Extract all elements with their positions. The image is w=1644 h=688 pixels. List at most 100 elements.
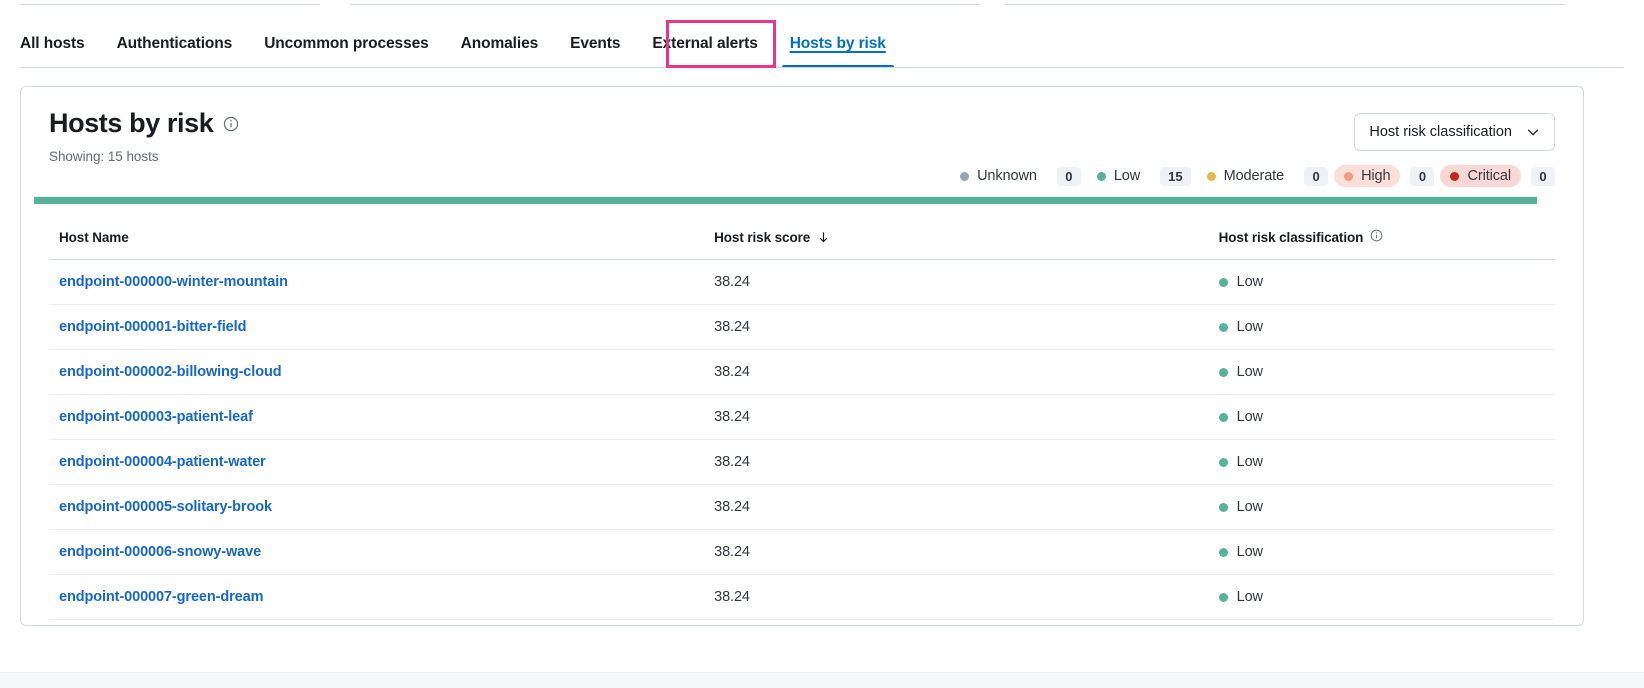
legend-label: Low	[1114, 168, 1140, 184]
cell-host-risk-classification: Low	[1209, 350, 1555, 395]
tab-external-alerts[interactable]: External alerts	[636, 20, 773, 68]
risk-level-label: Low	[1237, 544, 1263, 560]
risk-level-dot-icon	[1219, 323, 1228, 332]
cell-host-name: endpoint-000006-snowy-wave	[49, 530, 704, 575]
cell-host-name: endpoint-000004-patient-water	[49, 440, 704, 485]
cell-host-risk-classification: Low	[1209, 620, 1555, 626]
top-divider-stub-left	[20, 4, 320, 5]
cell-host-risk-classification: Low	[1209, 260, 1555, 305]
cell-host-name: endpoint-000003-patient-leaf	[49, 395, 704, 440]
cell-host-risk-score: 38.24	[704, 350, 1209, 395]
table-row: endpoint-000006-snowy-wave 38.24 Low	[49, 530, 1555, 575]
host-risk-classification-select[interactable]: Host risk classification	[1354, 113, 1555, 151]
legend-item-high[interactable]: High	[1334, 165, 1400, 187]
risk-legend: Unknown0Low15Moderate0High0Critical0	[944, 165, 1555, 187]
tab-authentications[interactable]: Authentications	[101, 20, 249, 68]
cell-host-name: endpoint-000002-billowing-cloud	[49, 350, 704, 395]
tab-hosts-by-risk[interactable]: Hosts by risk	[774, 20, 902, 68]
chevron-down-icon	[1526, 125, 1540, 139]
legend-count-high: 0	[1410, 167, 1434, 186]
page-bottom-bar	[0, 672, 1644, 688]
risk-level-label: Low	[1237, 454, 1263, 470]
tab-events[interactable]: Events	[554, 20, 636, 68]
cell-host-risk-score: 38.24	[704, 260, 1209, 305]
risk-level-dot-icon	[1219, 278, 1228, 287]
risk-level-dot-icon	[1219, 368, 1228, 377]
host-name-link[interactable]: endpoint-000000-winter-mountain	[59, 274, 288, 290]
tab-bar: All hostsAuthenticationsUncommon process…	[0, 20, 1644, 68]
select-label: Host risk classification	[1369, 124, 1512, 140]
risk-level-label: Low	[1237, 274, 1263, 290]
host-name-link[interactable]: endpoint-000003-patient-leaf	[59, 409, 253, 425]
legend-label: Moderate	[1224, 168, 1284, 184]
legend-label: Critical	[1467, 168, 1511, 184]
legend-dot-high-icon	[1344, 172, 1353, 181]
page-title: Hosts by risk	[49, 109, 213, 139]
cell-host-risk-score: 38.24	[704, 440, 1209, 485]
risk-distribution-bar	[34, 197, 1537, 204]
column-header-host-name[interactable]: Host Name	[49, 217, 704, 260]
cell-host-name: endpoint-000000-winter-mountain	[49, 260, 704, 305]
tab-all-hosts[interactable]: All hosts	[20, 20, 101, 68]
table-row: endpoint-000001-bitter-field38.24Low	[49, 305, 1555, 350]
page-bottom-gutter	[0, 626, 1644, 688]
legend-dot-low-icon	[1097, 172, 1106, 181]
cell-host-risk-classification: Low	[1209, 575, 1555, 620]
table-row: endpoint-000002-billowing-cloud 38.24 Low	[49, 350, 1555, 395]
cell-host-risk-classification: Low	[1209, 485, 1555, 530]
cell-host-name: endpoint-000007-green-dream	[49, 575, 704, 620]
host-name-link[interactable]: endpoint-000007-green-dream	[59, 589, 263, 605]
legend-item-moderate[interactable]: Moderate	[1197, 165, 1294, 187]
host-name-link[interactable]: endpoint-000004-patient-water	[59, 454, 266, 470]
legend-item-critical[interactable]: Critical	[1440, 165, 1521, 187]
info-circle-icon[interactable]	[223, 116, 239, 132]
table-row: endpoint-000008-falling-sea38.24Low	[49, 620, 1555, 626]
column-header-label: Host Name	[59, 230, 129, 245]
risk-level-label: Low	[1237, 409, 1263, 425]
cell-host-risk-score: 38.24	[704, 575, 1209, 620]
table-row: endpoint-000004-patient-water 38.24 Low	[49, 440, 1555, 485]
info-circle-icon[interactable]	[1370, 229, 1386, 245]
host-name-link[interactable]: endpoint-000001-bitter-field	[59, 319, 246, 335]
top-divider-stub-center	[350, 4, 980, 5]
risk-level-dot-icon	[1219, 503, 1228, 512]
host-name-link[interactable]: endpoint-000006-snowy-wave	[59, 544, 261, 560]
risk-level-label: Low	[1237, 364, 1263, 380]
page-root: All hostsAuthenticationsUncommon process…	[0, 0, 1644, 688]
sort-descending-arrow-icon	[817, 231, 830, 244]
legend-item-low[interactable]: Low	[1087, 165, 1150, 187]
cell-host-name: endpoint-000005-solitary-brook	[49, 485, 704, 530]
cell-host-risk-score: 38.24	[704, 485, 1209, 530]
risk-level-dot-icon	[1219, 593, 1228, 602]
table-row: endpoint-000000-winter-mountain 38.24 Low	[49, 260, 1555, 305]
column-header-host-risk-score[interactable]: Host risk score	[704, 217, 1209, 260]
cell-host-name: endpoint-000001-bitter-field	[49, 305, 704, 350]
risk-level-dot-icon	[1219, 458, 1228, 467]
cell-host-risk-classification: Low	[1209, 530, 1555, 575]
tab-uncommon-processes[interactable]: Uncommon processes	[248, 20, 444, 68]
panel-title-row: Hosts by risk	[49, 109, 1555, 139]
host-name-link[interactable]: endpoint-000002-billowing-cloud	[59, 364, 281, 380]
tab-anomalies[interactable]: Anomalies	[445, 20, 555, 68]
risk-level-label: Low	[1237, 499, 1263, 515]
tab-bar-divider	[20, 67, 1624, 68]
host-name-link[interactable]: endpoint-000005-solitary-brook	[59, 499, 272, 515]
risk-level-label: Low	[1237, 319, 1263, 335]
cell-host-risk-score: 38.24	[704, 530, 1209, 575]
legend-label: Unknown	[977, 168, 1037, 184]
top-divider-stub-right	[1005, 4, 1565, 5]
tab-list: All hostsAuthenticationsUncommon process…	[20, 20, 902, 68]
table-row: endpoint-000003-patient-leaf38.24Low	[49, 395, 1555, 440]
legend-count-unknown: 0	[1057, 167, 1081, 186]
table-container: Host Name Host risk score	[21, 217, 1583, 625]
legend-item-unknown[interactable]: Unknown	[950, 165, 1047, 187]
legend-count-moderate: 0	[1304, 167, 1328, 186]
hosts-by-risk-table: Host Name Host risk score	[49, 217, 1555, 625]
column-header-host-risk-classification[interactable]: Host risk classification	[1209, 217, 1555, 260]
cell-host-risk-classification: Low	[1209, 440, 1555, 485]
showing-count-label: Showing: 15 hosts	[49, 149, 1555, 164]
risk-level-dot-icon	[1219, 548, 1228, 557]
cell-host-name: endpoint-000008-falling-sea	[49, 620, 704, 626]
legend-count-low: 15	[1160, 167, 1190, 186]
table-row: endpoint-000007-green-dream 38.24Low	[49, 575, 1555, 620]
